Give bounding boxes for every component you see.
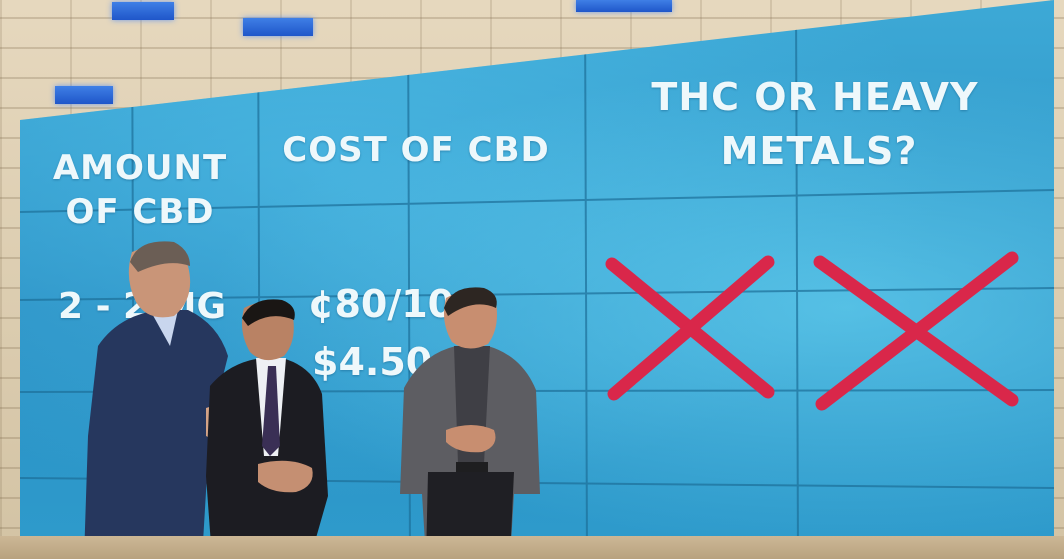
wall-light xyxy=(55,86,113,104)
studio-floor xyxy=(0,536,1064,559)
header-amount-of-cbd: AMOUNT OF CBD xyxy=(50,146,230,234)
header-amount-line2: OF CBD xyxy=(65,192,215,232)
header-thc-line1: THC OR HEAVY xyxy=(651,75,979,119)
wall-light xyxy=(243,18,313,36)
wall-light xyxy=(576,0,672,12)
header-thc-line2: METALS? xyxy=(720,129,918,173)
x-mark-heavy-metals xyxy=(813,251,1019,411)
header-cost-of-cbd: COST OF CBD xyxy=(282,130,550,170)
wall-light xyxy=(112,2,174,20)
person-middle-dark-suit xyxy=(206,299,328,559)
person-right-grey-blazer xyxy=(400,287,540,559)
x-mark-thc xyxy=(605,255,775,401)
header-amount-line1: AMOUNT xyxy=(52,148,228,188)
header-thc-or-heavy-metals: THC OR HEAVY METALS? xyxy=(590,70,1040,178)
